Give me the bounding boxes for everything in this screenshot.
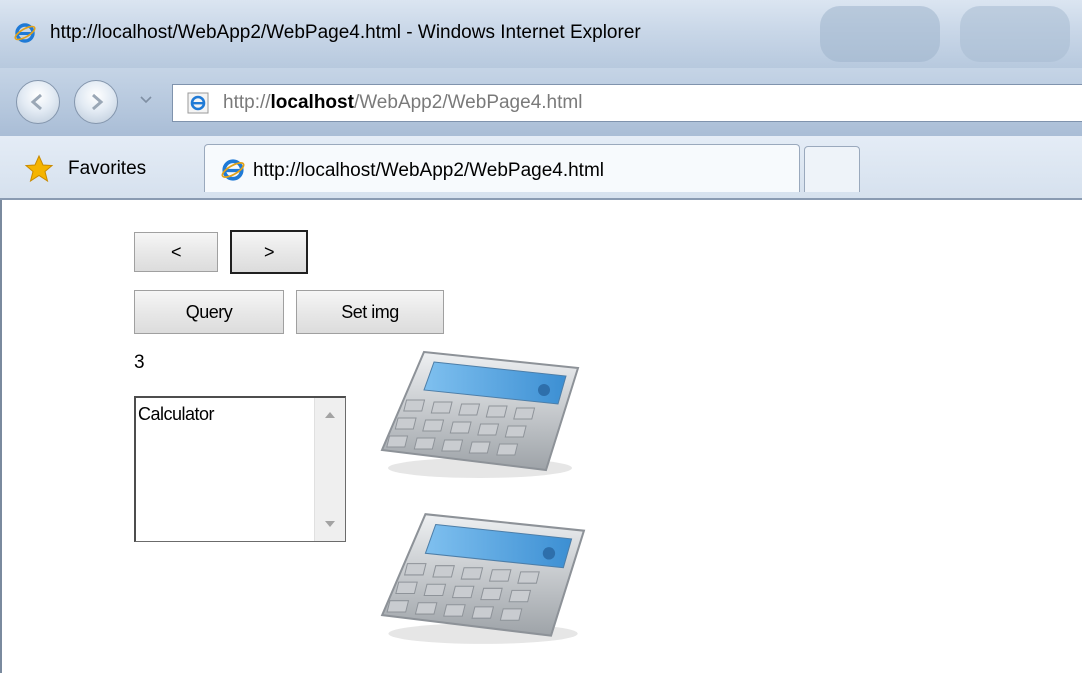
window-title: http://localhost/WebApp2/WebPage4.html -…: [50, 22, 641, 43]
scroll-down-icon[interactable]: [325, 521, 335, 527]
scroll-up-icon[interactable]: [325, 412, 335, 418]
set-img-button[interactable]: Set img: [296, 290, 444, 334]
calculator-icon: [380, 513, 586, 644]
page-icon: [187, 92, 209, 114]
page-content: < > Query Set img 3 Calculator: [0, 200, 1082, 673]
navigation-bar: http://localhost/WebApp2/WebPage4.html: [0, 68, 1082, 136]
result-count: 3: [134, 352, 145, 373]
results-listbox[interactable]: Calculator: [134, 396, 346, 542]
next-button[interactable]: >: [230, 230, 308, 274]
favorites-bar: Favorites http://localhost/WebApp2/WebPa…: [0, 136, 1082, 200]
history-dropdown-icon[interactable]: [140, 96, 152, 104]
list-item[interactable]: Calculator: [138, 404, 215, 425]
title-bar-decoration: [820, 6, 940, 62]
title-bar: http://localhost/WebApp2/WebPage4.html -…: [0, 0, 1082, 68]
address-bar[interactable]: http://localhost/WebApp2/WebPage4.html: [172, 84, 1082, 122]
internet-explorer-icon: [14, 23, 36, 43]
title-bar-decoration: [960, 6, 1070, 62]
tab-title: http://localhost/WebApp2/WebPage4.html: [253, 160, 605, 181]
internet-explorer-icon: [221, 159, 245, 181]
favorites-label: Favorites: [68, 158, 147, 179]
query-button[interactable]: Query: [134, 290, 284, 334]
back-arrow-icon: [30, 93, 42, 111]
forward-button[interactable]: [74, 80, 118, 124]
listbox-scrollbar[interactable]: [314, 398, 345, 541]
address-url[interactable]: http://localhost/WebApp2/WebPage4.html: [223, 92, 582, 114]
prev-button[interactable]: <: [134, 232, 218, 272]
browser-tab[interactable]: http://localhost/WebApp2/WebPage4.html: [204, 144, 800, 192]
new-tab-button[interactable]: [804, 146, 860, 192]
back-button[interactable]: [16, 80, 60, 124]
forward-arrow-icon: [92, 93, 104, 111]
star-icon: [24, 154, 54, 183]
calculator-icon: [380, 350, 580, 478]
favorites-button[interactable]: Favorites: [14, 146, 184, 186]
